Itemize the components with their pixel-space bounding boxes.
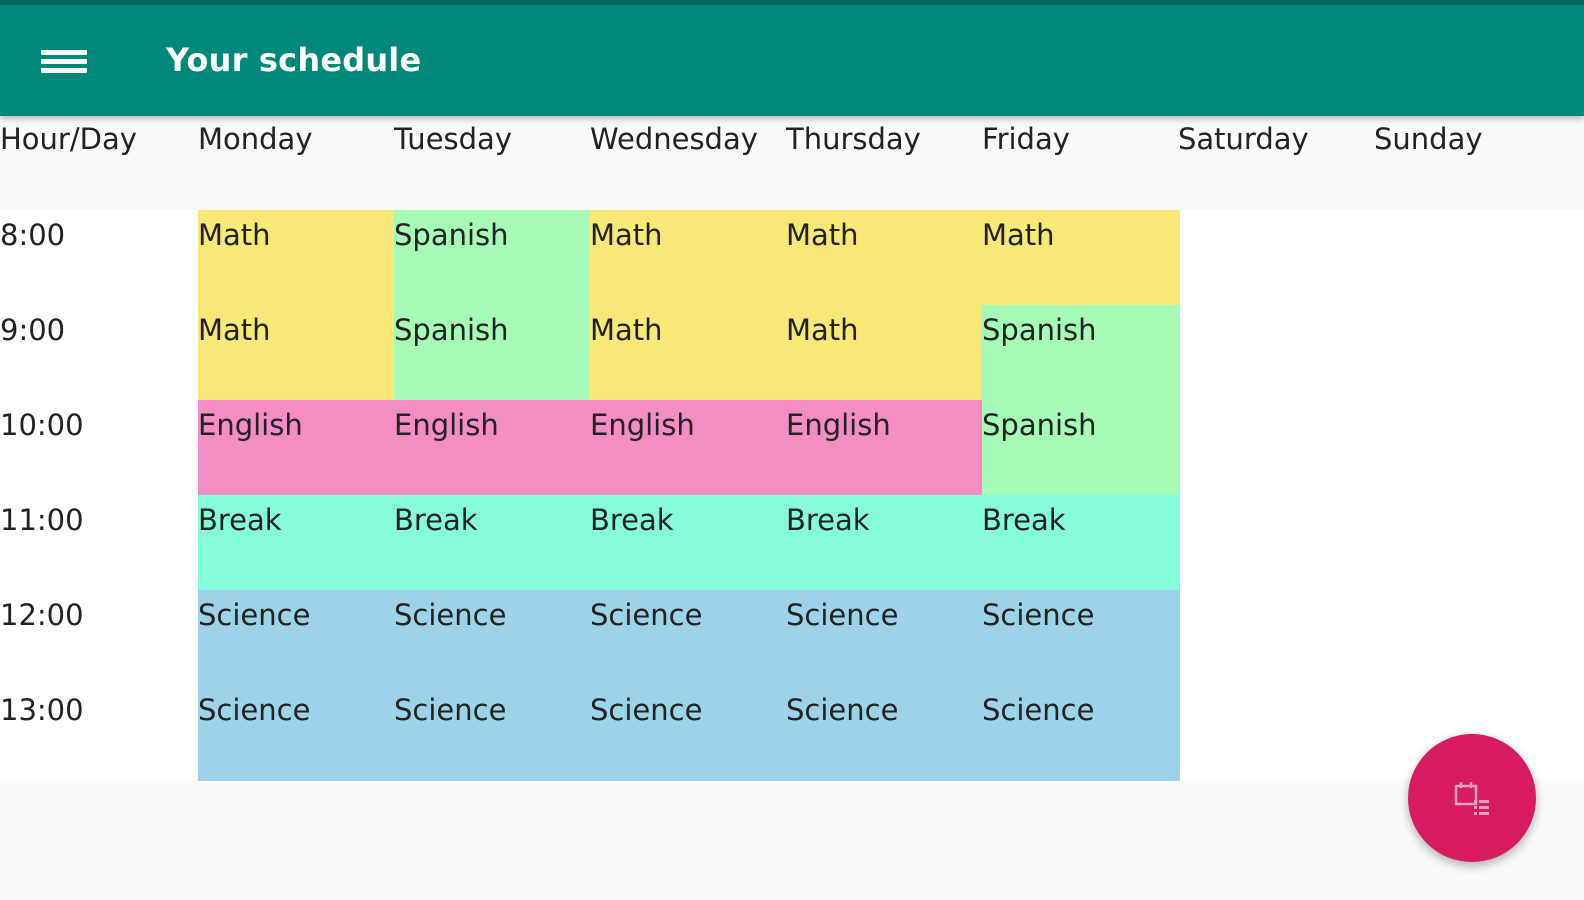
app-bar: Your schedule	[0, 0, 1584, 116]
menu-button[interactable]	[28, 33, 100, 89]
schedule-cell[interactable]: Science	[394, 685, 592, 781]
schedule-cell[interactable]	[1374, 590, 1572, 686]
schedule-cell[interactable]	[1178, 305, 1376, 401]
schedule-cell[interactable]: Math	[590, 210, 788, 306]
schedule-grid: 8:00 Math Spanish Math Math Math 9:00 Math Spani…	[0, 210, 1584, 781]
schedule-cell[interactable]: Math	[198, 210, 396, 306]
day-header-sunday: Sunday	[1374, 122, 1483, 156]
schedule-cell[interactable]: Science	[590, 590, 788, 686]
day-header-tuesday: Tuesday	[394, 122, 512, 156]
schedule-cell[interactable]: Break	[982, 495, 1180, 591]
time-label: 12:00	[0, 598, 84, 632]
schedule-cell[interactable]: Spanish	[982, 400, 1180, 496]
schedule-cell[interactable]	[1374, 495, 1572, 591]
schedule-cell[interactable]: English	[786, 400, 984, 496]
schedule-cell[interactable]: Science	[786, 590, 984, 686]
schedule-cell[interactable]: Break	[786, 495, 984, 591]
schedule-cell[interactable]: Science	[982, 685, 1180, 781]
schedule-cell[interactable]: Break	[198, 495, 396, 591]
time-label: 13:00	[0, 693, 84, 727]
calendar-list-icon	[1454, 782, 1489, 815]
schedule-cell[interactable]: English	[198, 400, 396, 496]
time-label: 8:00	[0, 218, 66, 252]
schedule-cell[interactable]	[1178, 495, 1376, 591]
schedule-cell[interactable]: Science	[590, 685, 788, 781]
day-header-friday: Friday	[982, 122, 1070, 156]
schedule-cell[interactable]: English	[394, 400, 592, 496]
time-label: 10:00	[0, 408, 84, 442]
schedule-cell[interactable]: Math	[982, 210, 1180, 306]
schedule-cell[interactable]	[1374, 400, 1572, 496]
schedule-cell[interactable]: Math	[786, 305, 984, 401]
time-label: 11:00	[0, 503, 84, 537]
schedule-cell[interactable]: Science	[786, 685, 984, 781]
schedule-cell[interactable]: Science	[394, 590, 592, 686]
day-header-wednesday: Wednesday	[590, 122, 758, 156]
schedule-cell[interactable]: English	[590, 400, 788, 496]
schedule-cell[interactable]: Spanish	[394, 210, 592, 306]
schedule-cell[interactable]	[1178, 685, 1376, 781]
schedule-cell[interactable]: Math	[786, 210, 984, 306]
schedule-cell[interactable]: Science	[198, 590, 396, 686]
schedule-cell[interactable]	[1374, 305, 1572, 401]
schedule-cell[interactable]: Spanish	[982, 305, 1180, 401]
schedule-cell[interactable]: Science	[198, 685, 396, 781]
day-header-row: Hour/Day Monday Tuesday Wednesday Thursd…	[0, 116, 1584, 210]
schedule-cell[interactable]	[1178, 400, 1376, 496]
schedule-cell[interactable]: Break	[590, 495, 788, 591]
schedule-cell[interactable]: Spanish	[394, 305, 592, 401]
schedule-cell[interactable]	[1178, 590, 1376, 686]
schedule-cell[interactable]: Science	[982, 590, 1180, 686]
schedule-cell[interactable]: Math	[198, 305, 396, 401]
page-title: Your schedule	[166, 41, 422, 79]
schedule-fab-button[interactable]	[1408, 734, 1536, 862]
day-header-saturday: Saturday	[1178, 122, 1309, 156]
schedule-cell[interactable]: Math	[590, 305, 788, 401]
day-header-monday: Monday	[198, 122, 313, 156]
corner-header: Hour/Day	[0, 122, 137, 156]
day-header-thursday: Thursday	[786, 122, 921, 156]
time-label: 9:00	[0, 313, 66, 347]
schedule-cell[interactable]: Break	[394, 495, 592, 591]
schedule-cell[interactable]	[1178, 210, 1376, 306]
hamburger-menu-icon	[41, 46, 87, 77]
schedule-cell[interactable]	[1374, 210, 1572, 306]
